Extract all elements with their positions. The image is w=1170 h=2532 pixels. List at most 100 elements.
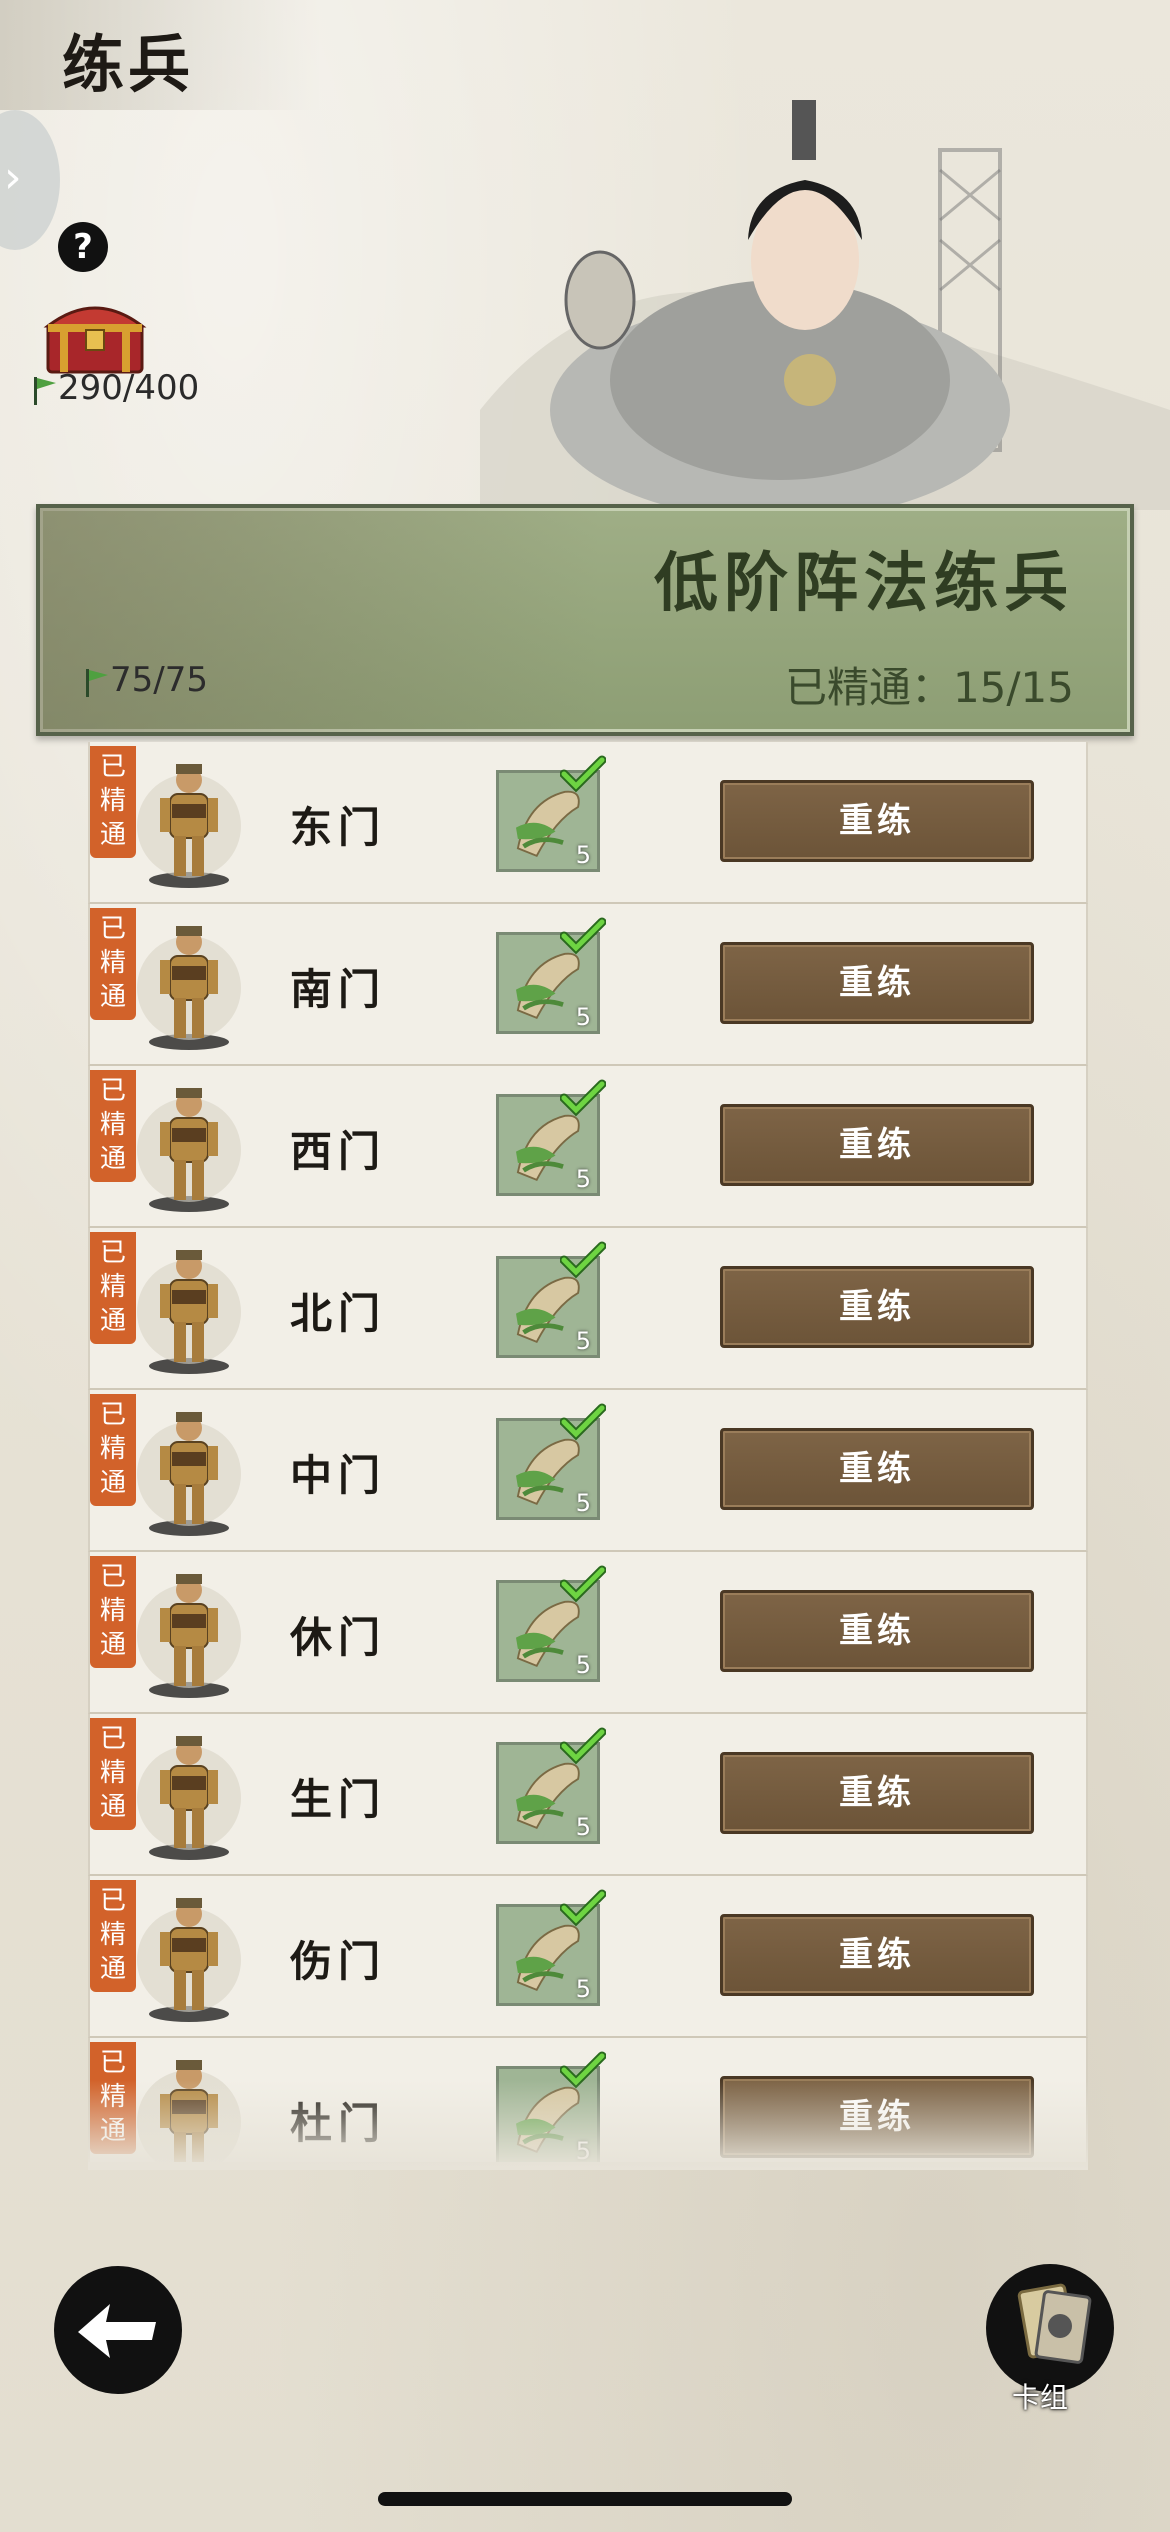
- item-quantity: 5: [575, 1651, 591, 1679]
- formation-name: 休门: [290, 1613, 387, 1662]
- formation-name: 伤门: [290, 1937, 387, 1986]
- badge-char: 精: [99, 1110, 126, 1140]
- checkmark-icon: [559, 1402, 607, 1442]
- mastered-badge: 已 精 通: [90, 908, 136, 1020]
- mastered-badge: 已 精 通: [90, 1880, 136, 1992]
- badge-char: 通: [99, 1792, 126, 1822]
- mastered-badge: 已 精 通: [90, 1070, 136, 1182]
- soldier-icon: [134, 756, 244, 890]
- formation-name: 中门: [290, 1451, 387, 1500]
- banner-title: 低阶阵法练兵: [654, 546, 1074, 621]
- badge-char: 通: [99, 1954, 126, 1984]
- badge-char: 已: [99, 1562, 126, 1592]
- mastery-label: 已精通：: [784, 663, 953, 712]
- mastered-badge: 已 精 通: [90, 1394, 136, 1506]
- item-quantity: 5: [575, 1165, 591, 1193]
- checkmark-icon: [559, 754, 607, 794]
- badge-char: 通: [99, 1144, 126, 1174]
- retrain-button[interactable]: 重练: [720, 1914, 1034, 1996]
- formation-name: 南门: [290, 965, 387, 1014]
- retrain-button[interactable]: 重练: [720, 1428, 1034, 1510]
- formation-list[interactable]: 已 精 通 东门 5 重练 已 精 通 南门 5 重练 已 精 通 西门 5 重…: [88, 742, 1088, 2162]
- chest-progress: 290/400: [32, 368, 199, 408]
- badge-char: 已: [99, 1238, 126, 1268]
- help-button[interactable]: ?: [58, 222, 108, 272]
- page-title: 练兵: [62, 28, 195, 101]
- mastery-progress: 已精通：15/15: [785, 654, 1074, 715]
- badge-char: 通: [99, 820, 126, 850]
- badge-char: 精: [99, 1434, 126, 1464]
- formation-row: 已 精 通 中门 5 重练: [88, 1390, 1088, 1552]
- list-fade: [88, 2080, 1088, 2170]
- general-portrait: [480, 100, 1170, 510]
- chevron-right-icon: ›: [4, 152, 22, 203]
- badge-char: 精: [99, 1758, 126, 1788]
- formation-row: 已 精 通 休门 5 重练: [88, 1552, 1088, 1714]
- badge-char: 已: [99, 914, 126, 944]
- formation-row: 已 精 通 南门 5 重练: [88, 904, 1088, 1066]
- badge-char: 已: [99, 1724, 126, 1754]
- checkmark-icon: [559, 1078, 607, 1118]
- badge-char: 已: [99, 1886, 126, 1916]
- retrain-button[interactable]: 重练: [720, 1104, 1034, 1186]
- soldier-icon: [134, 1890, 244, 2024]
- soldier-icon: [134, 1566, 244, 1700]
- retrain-button[interactable]: 重练: [720, 942, 1034, 1024]
- mastered-badge: 已 精 通: [90, 1718, 136, 1830]
- deck-label: 卡组: [1012, 2381, 1069, 2414]
- item-quantity: 5: [575, 1489, 591, 1517]
- treasure-chest-icon[interactable]: [40, 296, 150, 376]
- item-quantity: 5: [575, 1327, 591, 1355]
- formation-name: 西门: [290, 1127, 387, 1176]
- badge-char: 通: [99, 982, 126, 1012]
- checkmark-icon: [559, 916, 607, 956]
- formation-row: 已 精 通 北门 5 重练: [88, 1228, 1088, 1390]
- checkmark-icon: [559, 1888, 607, 1928]
- flag-icon: [86, 668, 108, 697]
- badge-char: 通: [99, 1306, 126, 1336]
- formation-name: 生门: [290, 1775, 387, 1824]
- checkmark-icon: [559, 1240, 607, 1280]
- badge-char: 已: [99, 1076, 126, 1106]
- retrain-button[interactable]: 重练: [720, 1752, 1034, 1834]
- retrain-button[interactable]: 重练: [720, 780, 1034, 862]
- mastery-value: 15/15: [952, 663, 1074, 712]
- badge-char: 已: [99, 2048, 126, 2078]
- item-quantity: 5: [575, 1975, 591, 2003]
- soldier-icon: [134, 1404, 244, 1538]
- badge-char: 精: [99, 1272, 126, 1302]
- soldier-icon: [134, 1728, 244, 1862]
- badge-char: 精: [99, 1596, 126, 1626]
- mastered-badge: 已 精 通: [90, 1556, 136, 1668]
- soldier-icon: [134, 1080, 244, 1214]
- badge-char: 通: [99, 1630, 126, 1660]
- formation-row: 已 精 通 伤门 5 重练: [88, 1876, 1088, 2038]
- retrain-button[interactable]: 重练: [720, 1590, 1034, 1672]
- mastered-badge: 已 精 通: [90, 1232, 136, 1344]
- soldier-icon: [134, 918, 244, 1052]
- formation-row: 已 精 通 东门 5 重练: [88, 742, 1088, 904]
- item-quantity: 5: [575, 841, 591, 869]
- checkmark-icon: [559, 1726, 607, 1766]
- formation-row: 已 精 通 西门 5 重练: [88, 1066, 1088, 1228]
- item-quantity: 5: [575, 1813, 591, 1841]
- banner-flags-text: 75/75: [110, 660, 208, 700]
- badge-char: 已: [99, 752, 126, 782]
- badge-char: 精: [99, 1920, 126, 1950]
- formation-name: 东门: [290, 803, 387, 852]
- badge-char: 精: [99, 786, 126, 816]
- formation-row: 已 精 通 生门 5 重练: [88, 1714, 1088, 1876]
- mastered-badge: 已 精 通: [90, 746, 136, 858]
- checkmark-icon: [559, 1564, 607, 1604]
- formation-name: 北门: [290, 1289, 387, 1338]
- badge-char: 通: [99, 1468, 126, 1498]
- retrain-button[interactable]: 重练: [720, 1266, 1034, 1348]
- flag-icon: [34, 376, 56, 405]
- badge-char: 精: [99, 948, 126, 978]
- back-arrow-icon[interactable]: [48, 2260, 188, 2400]
- banner-flags: 75/75: [84, 660, 208, 700]
- chest-count-text: 290/400: [58, 368, 200, 408]
- training-banner: 低阶阵法练兵 75/75 已精通：15/15: [36, 504, 1134, 736]
- soldier-icon: [134, 1242, 244, 1376]
- home-indicator[interactable]: [378, 2492, 792, 2506]
